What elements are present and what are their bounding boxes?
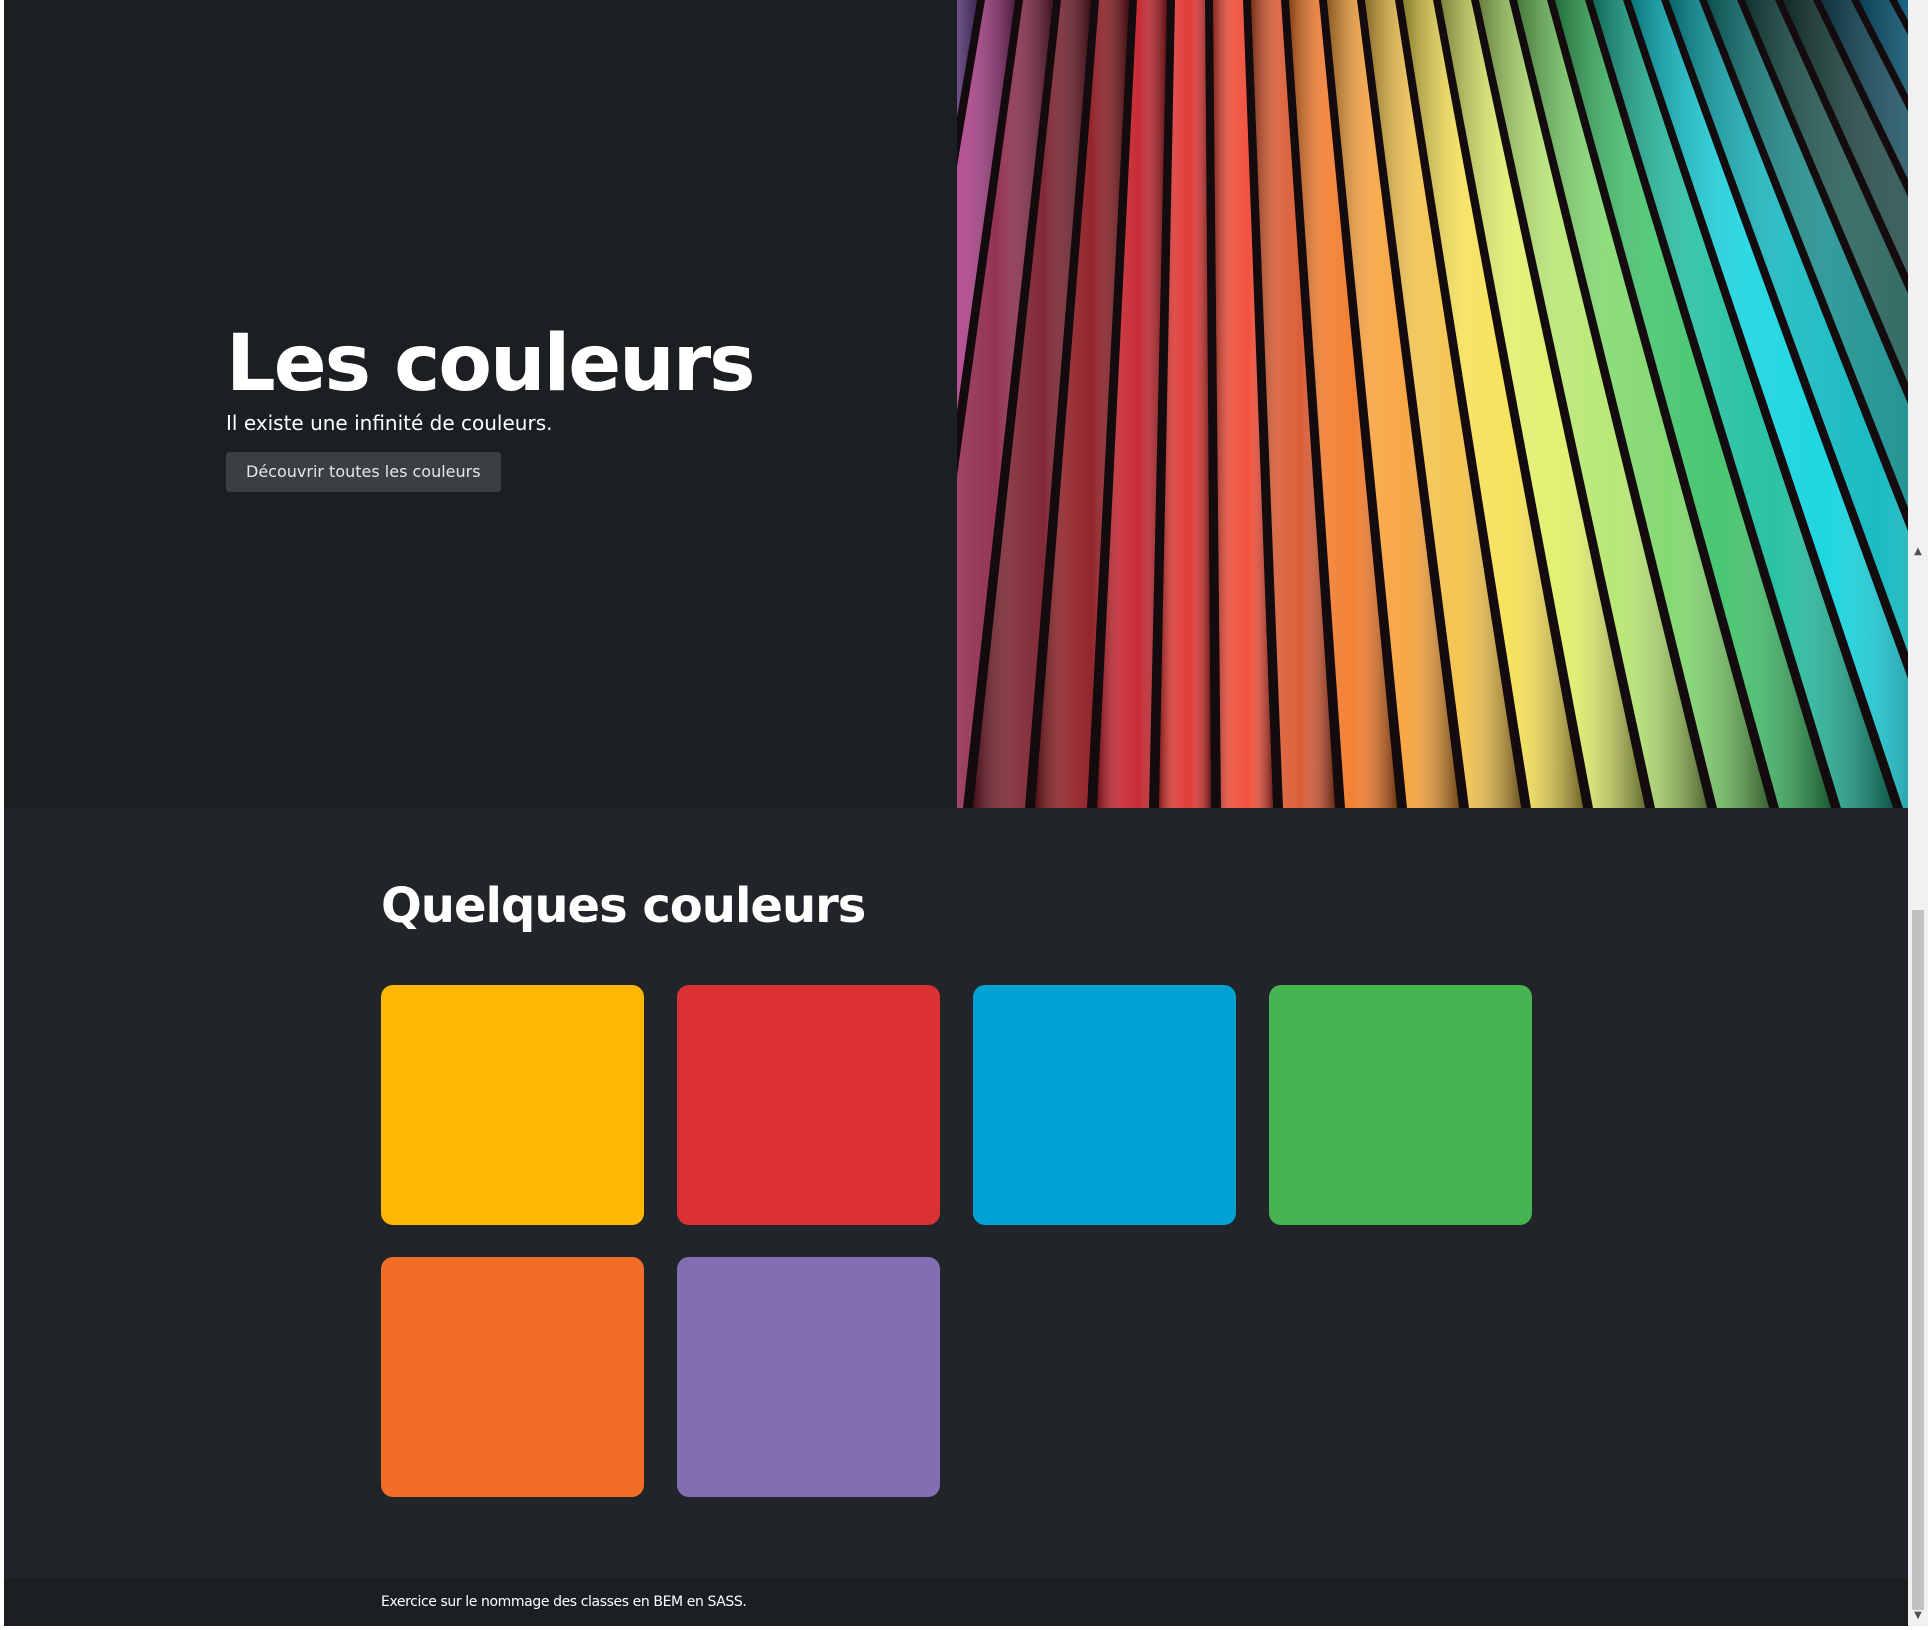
hero-text-block: Les couleurs Il existe une infinité de c… — [226, 318, 926, 492]
hero-image — [957, 0, 1908, 808]
page: Les couleurs Il existe une infinité de c… — [4, 0, 1908, 1626]
window-bottom-edge — [0, 1626, 1928, 1630]
colored-pencils-image — [957, 0, 1908, 808]
section-title: Quelques couleurs — [381, 878, 866, 934]
color-swatch[interactable] — [1269, 985, 1532, 1225]
discover-colors-button[interactable]: Découvrir toutes les couleurs — [226, 452, 501, 492]
hero-subtitle: Il existe une infinité de couleurs. — [226, 411, 553, 435]
color-swatch[interactable] — [381, 985, 644, 1225]
hero-title: Les couleurs — [226, 319, 756, 409]
footer: Exercice sur le nommage des classes en B… — [4, 1578, 1908, 1626]
color-swatch[interactable] — [677, 1257, 940, 1497]
color-swatch[interactable] — [381, 1257, 644, 1497]
footer-text: Exercice sur le nommage des classes en B… — [381, 1594, 747, 1610]
scroll-up-arrow-icon[interactable]: ▲ — [1908, 542, 1928, 562]
pencil-shade — [1159, 0, 1211, 808]
vertical-scrollbar[interactable]: ▲ ▼ — [1908, 0, 1928, 1626]
scroll-thumb[interactable] — [1912, 910, 1924, 1610]
colors-section: Quelques couleurs — [4, 808, 1908, 1578]
scroll-down-arrow-icon[interactable]: ▼ — [1908, 1606, 1928, 1626]
color-swatch[interactable] — [973, 985, 1236, 1225]
color-swatch[interactable] — [677, 985, 940, 1225]
hero-section: Les couleurs Il existe une infinité de c… — [4, 0, 1908, 808]
